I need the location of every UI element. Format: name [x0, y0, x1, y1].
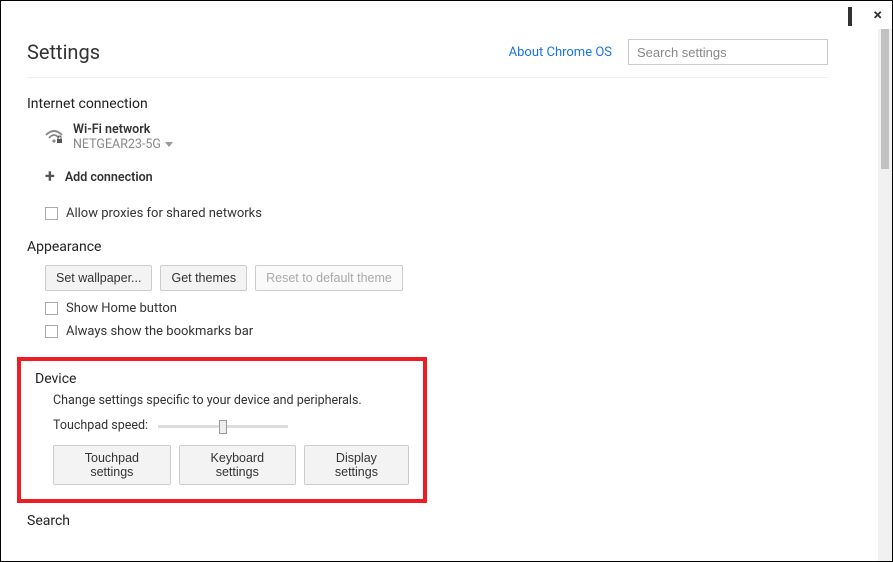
slider-thumb[interactable] — [219, 420, 227, 434]
chevron-down-icon — [165, 142, 173, 147]
header-right: About Chrome OS — [509, 39, 828, 65]
device-section-title: Device — [35, 371, 409, 387]
show-home-checkbox[interactable] — [45, 302, 58, 315]
close-icon[interactable]: × — [874, 9, 883, 21]
wifi-name-text: NETGEAR23-5G — [73, 137, 161, 152]
search-section: Search — [27, 513, 828, 529]
device-description: Change settings specific to your device … — [53, 393, 409, 408]
allow-proxies-checkbox[interactable] — [45, 207, 58, 220]
plus-icon: + — [45, 168, 55, 186]
show-home-row[interactable]: Show Home button — [45, 301, 828, 316]
touchpad-settings-button[interactable]: Touchpad settings — [53, 445, 171, 485]
appearance-section-title: Appearance — [27, 239, 828, 255]
reset-theme-button: Reset to default theme — [255, 265, 403, 291]
show-bookmarks-label: Always show the bookmarks bar — [66, 324, 253, 339]
appearance-buttons: Set wallpaper... Get themes Reset to def… — [45, 265, 828, 291]
wifi-row[interactable]: Wi-Fi network NETGEAR23-5G — [45, 122, 828, 152]
device-buttons: Touchpad settings Keyboard settings Disp… — [53, 445, 409, 485]
show-bookmarks-row[interactable]: Always show the bookmarks bar — [45, 324, 828, 339]
show-home-label: Show Home button — [66, 301, 177, 316]
show-bookmarks-checkbox[interactable] — [45, 325, 58, 338]
page-title: Settings — [27, 40, 100, 64]
touchpad-speed-label: Touchpad speed: — [53, 418, 148, 433]
search-section-title: Search — [27, 513, 828, 529]
device-section-highlighted: Device Change settings specific to your … — [17, 357, 427, 503]
search-settings-input[interactable] — [628, 39, 828, 65]
wifi-lock-icon — [45, 130, 63, 144]
internet-section: Internet connection Wi-Fi network NETGEA… — [27, 96, 828, 221]
allow-proxies-label: Allow proxies for shared networks — [66, 206, 262, 221]
internet-section-title: Internet connection — [27, 96, 828, 112]
header-row: Settings About Chrome OS — [27, 29, 828, 78]
about-chrome-os-link[interactable]: About Chrome OS — [509, 45, 612, 60]
minimize-icon[interactable] — [822, 9, 834, 21]
wifi-network-name[interactable]: NETGEAR23-5G — [73, 137, 173, 152]
wifi-label: Wi-Fi network — [73, 122, 173, 137]
add-connection-label: Add connection — [65, 170, 153, 185]
keyboard-settings-button[interactable]: Keyboard settings — [179, 445, 296, 485]
display-settings-button[interactable]: Display settings — [304, 445, 409, 485]
allow-proxies-row[interactable]: Allow proxies for shared networks — [45, 206, 828, 221]
set-wallpaper-button[interactable]: Set wallpaper... — [45, 265, 152, 291]
get-themes-button[interactable]: Get themes — [160, 265, 247, 291]
content-area: Settings About Chrome OS Internet connec… — [1, 29, 892, 561]
appearance-section: Appearance Set wallpaper... Get themes R… — [27, 239, 828, 339]
wifi-text: Wi-Fi network NETGEAR23-5G — [73, 122, 173, 152]
add-connection-row[interactable]: + Add connection — [45, 168, 828, 186]
touchpad-speed-slider[interactable] — [158, 420, 288, 432]
window-titlebar: × — [1, 1, 892, 29]
maximize-icon[interactable] — [848, 9, 860, 21]
touchpad-speed-row: Touchpad speed: — [53, 418, 409, 433]
